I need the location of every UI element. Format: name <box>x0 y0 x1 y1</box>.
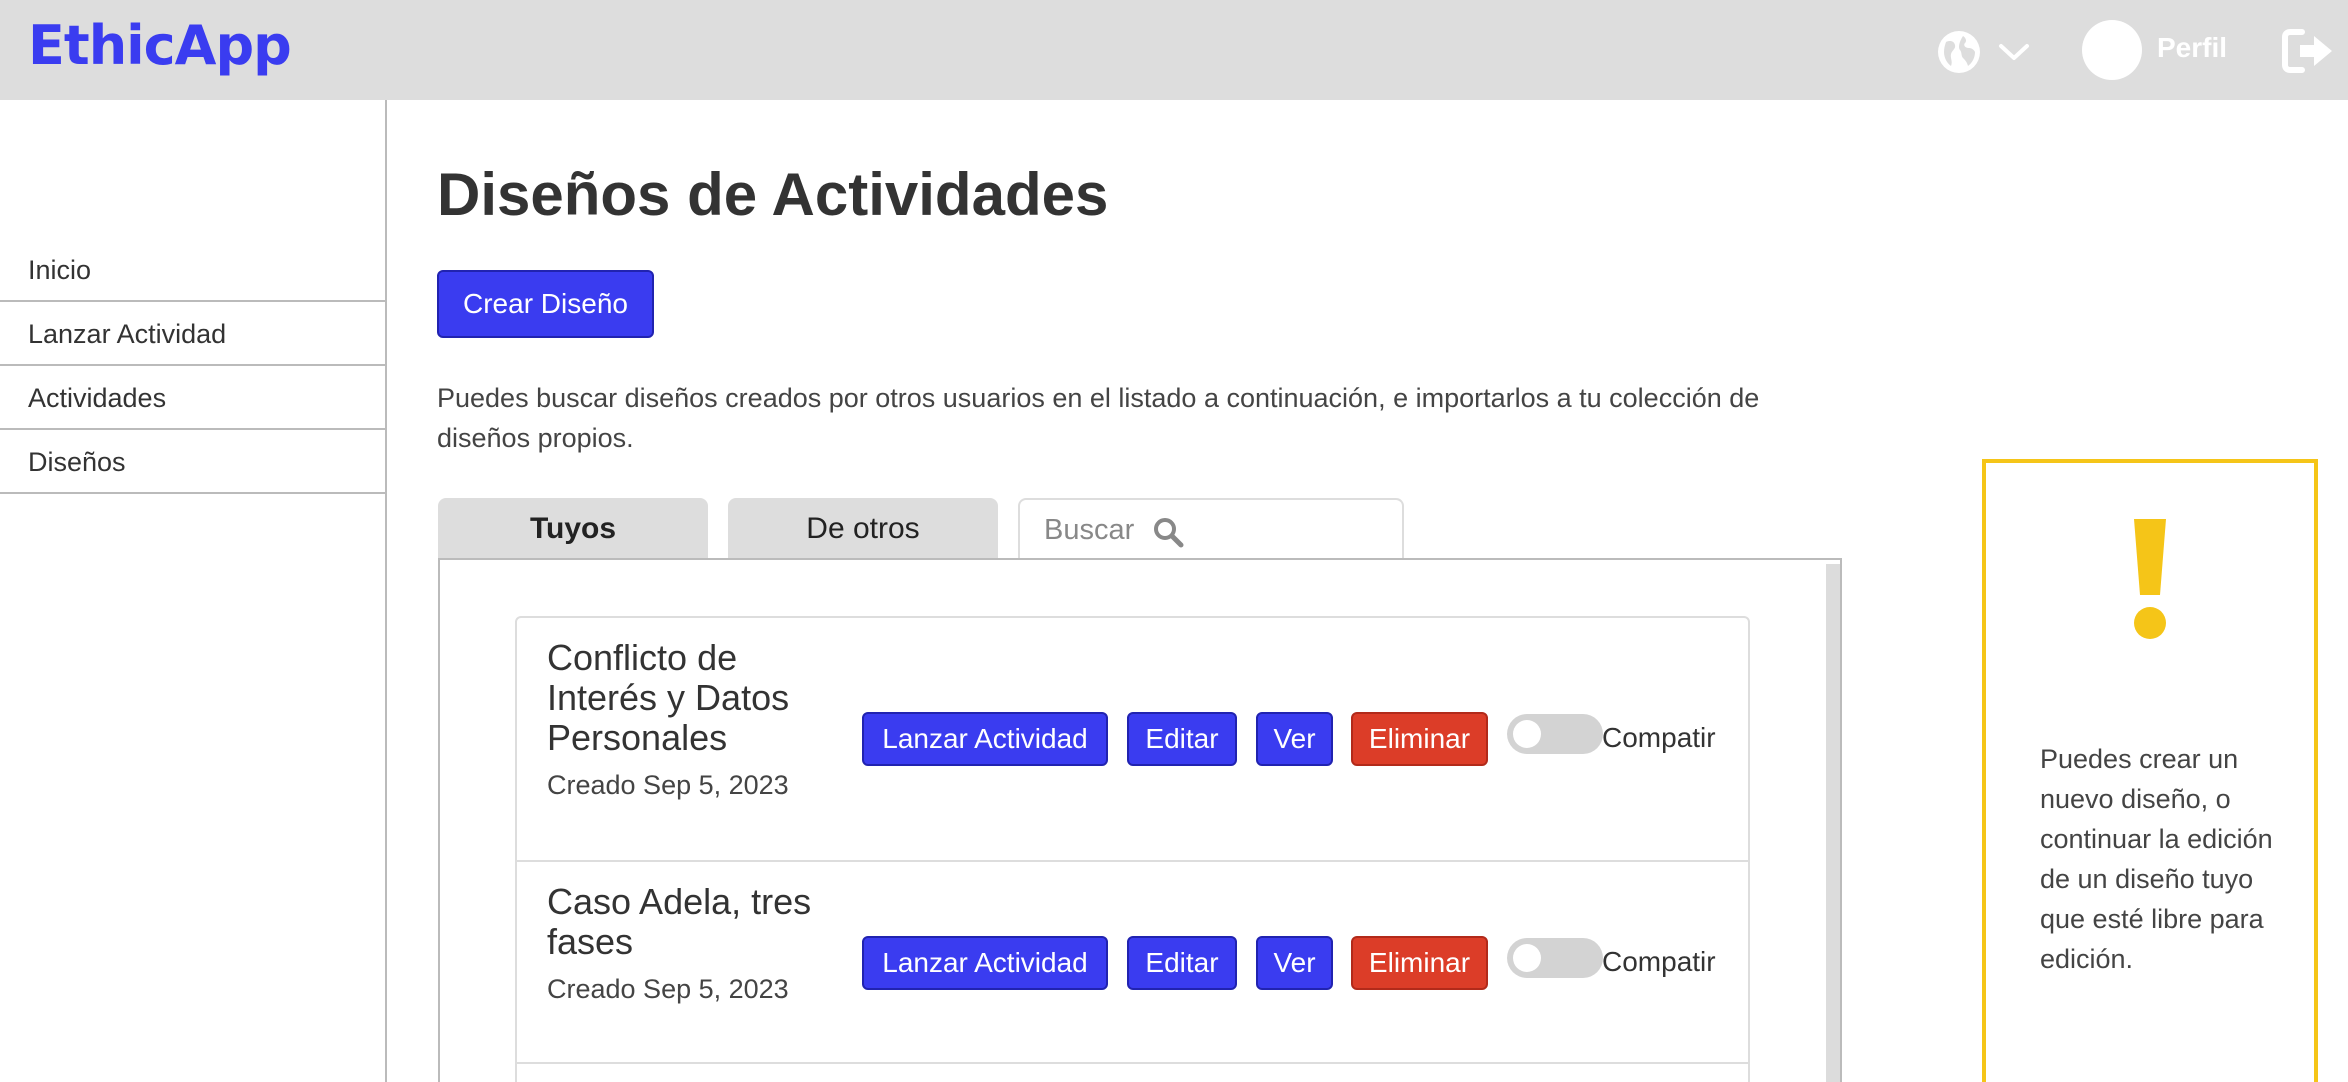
tab-tuyos[interactable]: Tuyos <box>438 498 708 560</box>
top-header: EthicApp Perfil <box>0 0 2348 100</box>
info-panel: Puedes crear un nuevo diseño, o continua… <box>1982 459 2318 1082</box>
profile-link[interactable]: Perfil <box>2157 32 2227 64</box>
design-title: Caso Adela, tres fases <box>547 881 812 962</box>
intro-text: Puedes buscar diseños creados por otros … <box>437 383 1760 453</box>
search-box <box>1018 498 1404 560</box>
scrollbar[interactable] <box>1826 564 1840 1082</box>
create-design-button[interactable]: Crear Diseño <box>437 270 654 338</box>
sidebar-item-inicio[interactable]: Inicio <box>0 238 385 302</box>
design-created-date: Creado Sep 5, 2023 <box>547 974 789 1004</box>
toggle-knob <box>1513 944 1541 972</box>
list-item <box>515 1062 1750 1082</box>
view-button[interactable]: Ver <box>1256 712 1333 766</box>
delete-button[interactable]: Eliminar <box>1351 712 1488 766</box>
share-label: Compatir <box>1602 722 1716 753</box>
chevron-down-icon[interactable] <box>1997 40 2031 64</box>
exclamation-icon <box>2134 519 2166 639</box>
info-text: Puedes crear un nuevo diseño, o continua… <box>2040 744 2273 974</box>
search-icon[interactable] <box>1152 516 1184 548</box>
sidebar-item-actividades[interactable]: Actividades <box>0 366 385 430</box>
share-label: Compatir <box>1602 946 1716 977</box>
design-created-date: Creado Sep 5, 2023 <box>547 770 789 800</box>
view-button[interactable]: Ver <box>1256 936 1333 990</box>
page-title: Diseños de Actividades <box>437 161 1109 228</box>
avatar[interactable] <box>2082 20 2142 80</box>
design-list-panel: Conflicto de Interés y Datos Personales … <box>438 558 1842 1082</box>
share-toggle[interactable] <box>1507 714 1603 754</box>
sidebar-item-lanzar-actividad[interactable]: Lanzar Actividad <box>0 302 385 366</box>
sidebar: Inicio Lanzar Actividad Actividades Dise… <box>0 100 387 1082</box>
edit-button[interactable]: Editar <box>1127 936 1237 990</box>
list-item: Conflicto de Interés y Datos Personales … <box>515 616 1750 862</box>
toggle-knob <box>1513 720 1541 748</box>
delete-button[interactable]: Eliminar <box>1351 936 1488 990</box>
globe-icon[interactable] <box>1937 30 1981 74</box>
share-toggle[interactable] <box>1507 938 1603 978</box>
sidebar-item-disenos[interactable]: Diseños <box>0 430 385 494</box>
list-item: Caso Adela, tres fases Creado Sep 5, 202… <box>515 860 1750 1064</box>
launch-activity-button[interactable]: Lanzar Actividad <box>862 712 1108 766</box>
app-logo[interactable]: EthicApp <box>28 14 292 77</box>
design-title: Conflicto de Interés y Datos Personales <box>547 637 790 758</box>
tab-de-otros[interactable]: De otros <box>728 498 998 560</box>
launch-activity-button[interactable]: Lanzar Actividad <box>862 936 1108 990</box>
edit-button[interactable]: Editar <box>1127 712 1237 766</box>
logout-icon[interactable] <box>2282 28 2334 74</box>
